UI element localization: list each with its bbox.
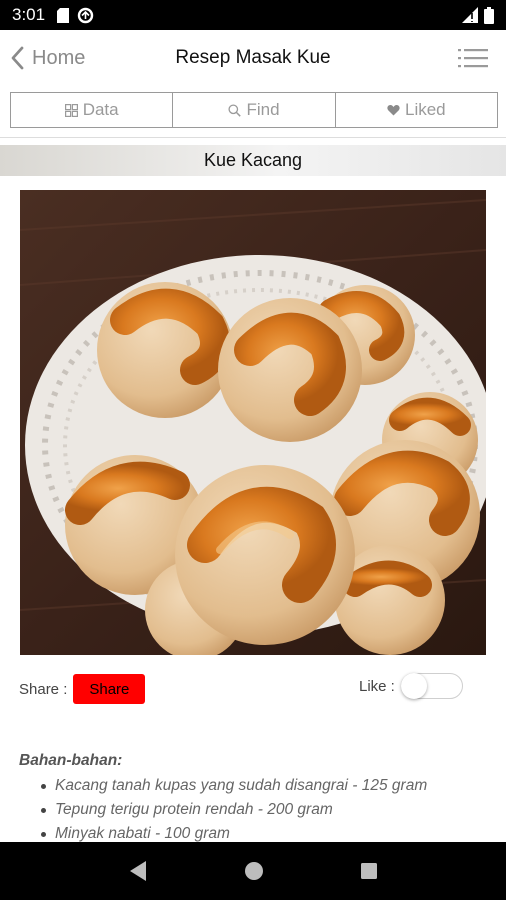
like-toggle[interactable] [400,673,463,699]
signal-icon [462,7,478,23]
ingredients-section: Bahan-bahan: Kacang tanah kupas yang sud… [19,752,489,846]
tab-find[interactable]: Find [173,93,336,127]
ingredients-list: Kacang tanah kupas yang sudah disangrai … [19,774,489,846]
status-time: 3:01 [12,5,46,24]
header-divider [0,137,506,138]
search-icon [228,103,242,117]
app-header: Home Resep Masak Kue [0,30,506,86]
tab-bar: Data Find Liked [10,92,498,128]
back-label: Home [32,46,86,69]
menu-button[interactable] [458,44,488,72]
heart-icon [387,104,400,116]
like-label: Like : [359,677,395,695]
data-saver-icon [77,7,94,23]
like-row: Like : [359,673,463,699]
tab-liked-label: Liked [405,100,446,119]
share-button[interactable]: Share [73,674,146,704]
share-label: Share : [19,680,68,698]
list-item: Kacang tanah kupas yang sudah disangrai … [41,774,489,798]
back-triangle-icon[interactable] [128,860,148,882]
cookies-illustration [20,190,486,655]
chevron-left-icon [11,46,24,70]
status-system-icons [462,6,494,24]
system-nav-bar [0,842,506,900]
status-notification-icons [57,7,94,24]
share-row: Share : Share [19,674,146,704]
recipe-photo [20,190,486,655]
home-circle-icon[interactable] [244,861,264,881]
status-bar: 3:01 [0,0,506,30]
tab-liked[interactable]: Liked [336,93,497,127]
tab-data-label: Data [82,100,119,119]
grid-icon [64,103,78,117]
tab-find-label: Find [246,100,280,119]
battery-icon [484,6,494,24]
ingredients-heading: Bahan-bahan: [19,752,123,769]
back-button[interactable]: Home [0,30,85,86]
sd-card-icon [57,7,70,23]
recipe-title: Kue Kacang [203,150,303,170]
recents-square-icon[interactable] [360,862,378,880]
like-toggle-knob [400,673,427,699]
list-item: Tepung terigu protein rendah - 200 gram [41,798,489,822]
tab-data[interactable]: Data [11,93,174,127]
list-menu-icon [458,49,488,68]
recipe-title-band: Kue Kacang [0,145,506,176]
